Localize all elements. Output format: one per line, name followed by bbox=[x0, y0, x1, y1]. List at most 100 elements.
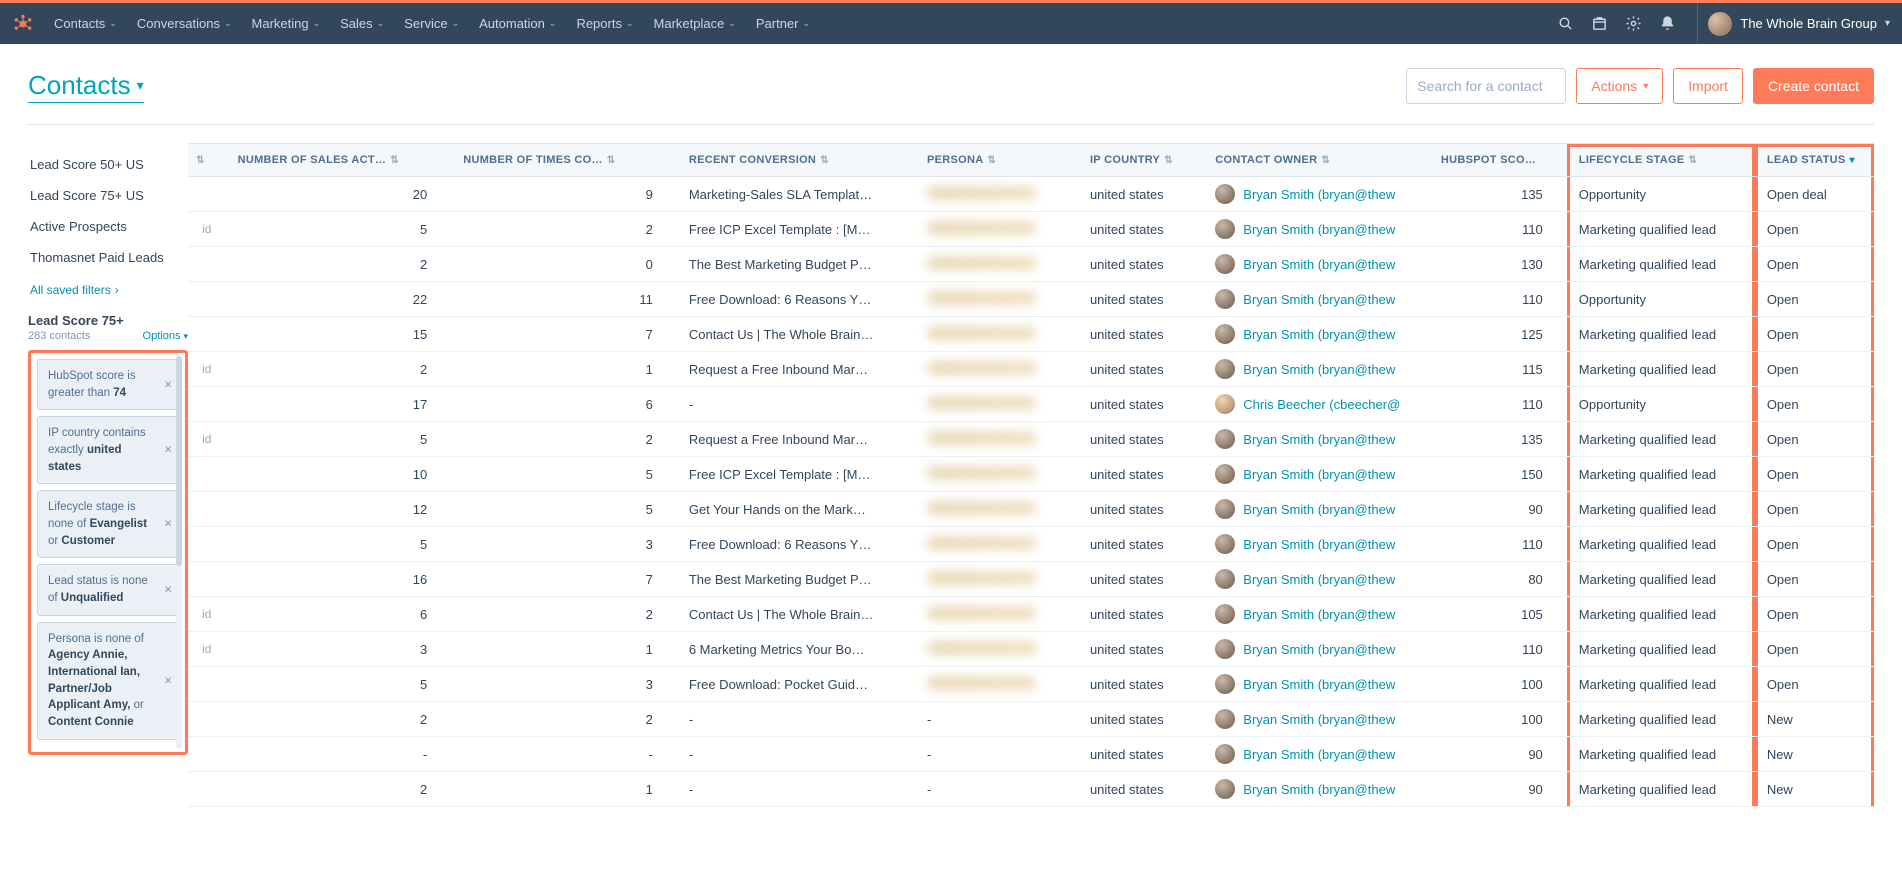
hubspot-logo-icon[interactable] bbox=[12, 13, 34, 35]
owner-link[interactable]: Bryan Smith (bryan@thew bbox=[1243, 537, 1395, 552]
owner-link[interactable]: Bryan Smith (bryan@thew bbox=[1243, 257, 1395, 272]
col-lifecycle-stage[interactable]: LIFECYCLE STAGE⇅ bbox=[1567, 144, 1755, 177]
owner-link[interactable]: Bryan Smith (bryan@thew bbox=[1243, 502, 1395, 517]
nav-partner[interactable]: Partner⌄ bbox=[746, 16, 820, 31]
owner-link[interactable]: Bryan Smith (bryan@thew bbox=[1243, 292, 1395, 307]
remove-filter-icon[interactable]: × bbox=[164, 671, 172, 690]
cell-sales-activities: 5 bbox=[226, 212, 452, 247]
bell-icon[interactable] bbox=[1657, 14, 1677, 34]
table-row[interactable]: 167The Best Marketing Budget P…united st… bbox=[188, 562, 1874, 597]
table-row[interactable]: 53Free Download: Pocket Guid…united stat… bbox=[188, 667, 1874, 702]
gear-icon[interactable] bbox=[1623, 14, 1643, 34]
table-row[interactable]: 53Free Download: 6 Reasons Y…united stat… bbox=[188, 527, 1874, 562]
cell-owner: Bryan Smith (bryan@thew bbox=[1203, 597, 1429, 632]
remove-filter-icon[interactable]: × bbox=[164, 581, 172, 600]
col-stub[interactable]: ⇅ bbox=[188, 144, 226, 177]
owner-link[interactable]: Bryan Smith (bryan@thew bbox=[1243, 467, 1395, 482]
owner-link[interactable]: Bryan Smith (bryan@thew bbox=[1243, 572, 1395, 587]
table-row[interactable]: id52Free ICP Excel Template : [M…united … bbox=[188, 212, 1874, 247]
cell-owner: Bryan Smith (bryan@thew bbox=[1203, 282, 1429, 317]
object-switcher[interactable]: Contacts ▾ bbox=[28, 70, 144, 103]
cell-persona bbox=[915, 317, 1078, 352]
owner-link[interactable]: Bryan Smith (bryan@thew bbox=[1243, 677, 1395, 692]
search-icon[interactable] bbox=[1555, 14, 1575, 34]
table-row[interactable]: 21--united statesBryan Smith (bryan@thew… bbox=[188, 772, 1874, 807]
actions-dropdown[interactable]: Actions ▾ bbox=[1576, 68, 1663, 104]
marketplace-icon[interactable] bbox=[1589, 14, 1609, 34]
owner-link[interactable]: Bryan Smith (bryan@thew bbox=[1243, 712, 1395, 727]
nav-marketing[interactable]: Marketing⌄ bbox=[242, 16, 331, 31]
owner-link[interactable]: Bryan Smith (bryan@thew bbox=[1243, 607, 1395, 622]
table-row[interactable]: id21Request a Free Inbound Mar…united st… bbox=[188, 352, 1874, 387]
filter-chip[interactable]: Lifecycle stage is none of Evangelist or… bbox=[37, 490, 179, 558]
col-contact-owner[interactable]: CONTACT OWNER⇅ bbox=[1203, 144, 1429, 177]
saved-filter-item[interactable]: Active Prospects bbox=[28, 211, 188, 242]
col-times-contacted[interactable]: NUMBER OF TIMES CO…⇅ bbox=[451, 144, 677, 177]
table-row[interactable]: 209Marketing-Sales SLA Templat…united st… bbox=[188, 177, 1874, 212]
owner-avatar bbox=[1215, 184, 1235, 204]
table-row[interactable]: id316 Marketing Metrics Your Bo…united s… bbox=[188, 632, 1874, 667]
cell-sales-activities: 12 bbox=[226, 492, 452, 527]
col-lead-status[interactable]: LEAD STATUS▾ bbox=[1755, 144, 1874, 177]
table-row[interactable]: 176-united statesChris Beecher (cbeecher… bbox=[188, 387, 1874, 422]
nav-service[interactable]: Service⌄ bbox=[394, 16, 469, 31]
nav-conversations[interactable]: Conversations⌄ bbox=[127, 16, 242, 31]
table-row[interactable]: id62Contact Us | The Whole Brain…united … bbox=[188, 597, 1874, 632]
owner-link[interactable]: Bryan Smith (bryan@thew bbox=[1243, 642, 1395, 657]
nav-sales[interactable]: Sales⌄ bbox=[330, 16, 394, 31]
filter-chip[interactable]: Persona is none of Agency Annie, Interna… bbox=[37, 622, 179, 740]
owner-link[interactable]: Bryan Smith (bryan@thew bbox=[1243, 747, 1395, 762]
table-row[interactable]: 2211Free Download: 6 Reasons Y…united st… bbox=[188, 282, 1874, 317]
cell-times-contacted: 2 bbox=[451, 702, 677, 737]
account-switcher[interactable]: The Whole Brain Group ▾ bbox=[1697, 3, 1890, 44]
search-contacts[interactable] bbox=[1406, 68, 1566, 104]
chevron-down-icon: ⌄ bbox=[626, 18, 634, 29]
filter-chip[interactable]: HubSpot score is greater than 74× bbox=[37, 359, 179, 410]
cell-sales-activities: 6 bbox=[226, 597, 452, 632]
cell-lifecycle-stage: Marketing qualified lead bbox=[1567, 702, 1755, 737]
create-contact-button[interactable]: Create contact bbox=[1753, 68, 1874, 104]
col-hubspot-score[interactable]: HUBSPOT SCORE⇅ bbox=[1429, 144, 1567, 177]
saved-filter-item[interactable]: Lead Score 50+ US bbox=[28, 149, 188, 180]
table-row[interactable]: 125Get Your Hands on the Mark…united sta… bbox=[188, 492, 1874, 527]
remove-filter-icon[interactable]: × bbox=[164, 441, 172, 460]
filter-options-dropdown[interactable]: Options ▾ bbox=[143, 330, 188, 342]
cell-sales-activities: 15 bbox=[226, 317, 452, 352]
saved-filter-item[interactable]: Thomasnet Paid Leads bbox=[28, 242, 188, 273]
filter-chip[interactable]: Lead status is none of Unqualified× bbox=[37, 564, 179, 615]
owner-link[interactable]: Bryan Smith (bryan@thew bbox=[1243, 782, 1395, 797]
table-row[interactable]: 105Free ICP Excel Template : [M…united s… bbox=[188, 457, 1874, 492]
table-row[interactable]: id52Request a Free Inbound Mar…united st… bbox=[188, 422, 1874, 457]
cell-persona bbox=[915, 282, 1078, 317]
scrollbar-thumb[interactable] bbox=[176, 356, 182, 566]
col-sales-activities[interactable]: NUMBER OF SALES ACT…⇅ bbox=[226, 144, 452, 177]
all-saved-filters-link[interactable]: All saved filters › bbox=[28, 273, 188, 307]
cell-lead-status: New bbox=[1755, 772, 1874, 807]
remove-filter-icon[interactable]: × bbox=[164, 375, 172, 394]
owner-link[interactable]: Bryan Smith (bryan@thew bbox=[1243, 327, 1395, 342]
owner-link[interactable]: Chris Beecher (cbeecher@ bbox=[1243, 397, 1400, 412]
owner-link[interactable]: Bryan Smith (bryan@thew bbox=[1243, 187, 1395, 202]
cell-sales-activities: 2 bbox=[226, 247, 452, 282]
remove-filter-icon[interactable]: × bbox=[164, 515, 172, 534]
col-ip-country[interactable]: IP COUNTRY⇅ bbox=[1078, 144, 1203, 177]
saved-filter-item[interactable]: Lead Score 75+ US bbox=[28, 180, 188, 211]
nav-marketplace[interactable]: Marketplace⌄ bbox=[644, 16, 746, 31]
table-row[interactable]: 20The Best Marketing Budget P…united sta… bbox=[188, 247, 1874, 282]
filter-chip[interactable]: IP country contains exactly united state… bbox=[37, 416, 179, 484]
cell-recent-conversion: The Best Marketing Budget P… bbox=[677, 562, 915, 597]
col-persona[interactable]: PERSONA⇅ bbox=[915, 144, 1078, 177]
table-row[interactable]: 157Contact Us | The Whole Brain…united s… bbox=[188, 317, 1874, 352]
col-recent-conversion[interactable]: RECENT CONVERSION⇅ bbox=[677, 144, 915, 177]
owner-link[interactable]: Bryan Smith (bryan@thew bbox=[1243, 222, 1395, 237]
nav-contacts[interactable]: Contacts⌄ bbox=[44, 16, 127, 31]
search-input[interactable] bbox=[1417, 78, 1598, 94]
import-button[interactable]: Import bbox=[1673, 68, 1743, 104]
table-row[interactable]: 22--united statesBryan Smith (bryan@thew… bbox=[188, 702, 1874, 737]
owner-link[interactable]: Bryan Smith (bryan@thew bbox=[1243, 432, 1395, 447]
cell-ip-country: united states bbox=[1078, 282, 1203, 317]
table-row[interactable]: ----united statesBryan Smith (bryan@thew… bbox=[188, 737, 1874, 772]
owner-link[interactable]: Bryan Smith (bryan@thew bbox=[1243, 362, 1395, 377]
nav-automation[interactable]: Automation⌄ bbox=[469, 16, 566, 31]
nav-reports[interactable]: Reports⌄ bbox=[566, 16, 643, 31]
